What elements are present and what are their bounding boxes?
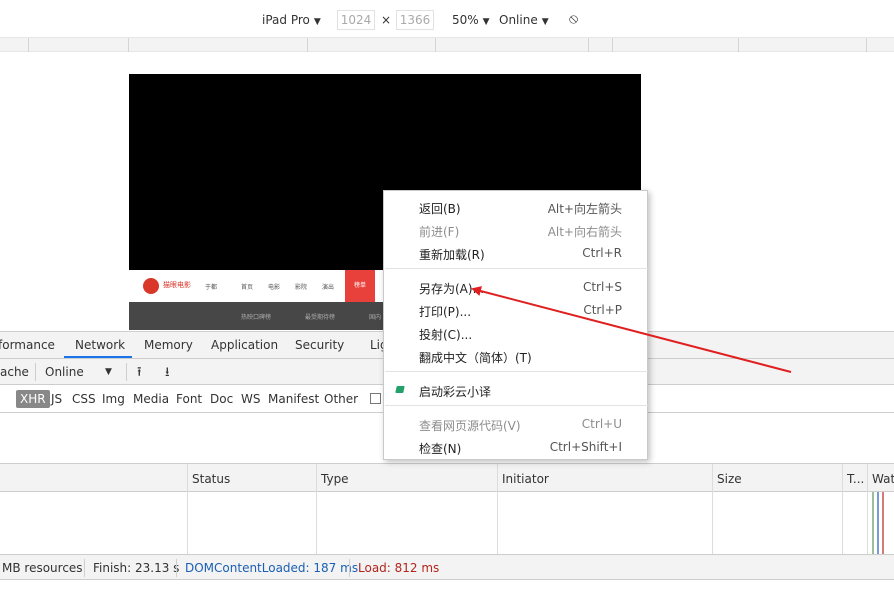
menu-separator xyxy=(385,405,648,406)
waterfall-marker xyxy=(877,492,879,554)
menu-item-label: 启动彩云小译 xyxy=(419,385,492,399)
import-har-icon[interactable]: ⭱ xyxy=(137,363,142,385)
site-subnav-item[interactable]: 热映口碑榜 xyxy=(241,312,271,321)
rotate-icon[interactable]: ⦸ xyxy=(569,11,578,27)
throttle-select[interactable]: Online ▼ xyxy=(499,12,549,28)
site-nav-item[interactable]: 电影 xyxy=(268,282,280,291)
menu-item-label: 检查(N) xyxy=(419,442,462,456)
device-select-label: iPad Pro xyxy=(262,13,310,27)
drawer-strip xyxy=(0,580,894,607)
chevron-down-icon: ▼ xyxy=(105,367,112,377)
tab-performance[interactable]: formance xyxy=(0,338,55,352)
menu-item-translate[interactable]: 翻成中文（简体）(T) xyxy=(384,345,647,367)
menu-item-back[interactable]: 返回(B) Alt+向左箭头 xyxy=(384,196,647,218)
column-initiator[interactable]: Initiator xyxy=(502,472,549,486)
device-toolbar: iPad Pro ▼ 1024 × 1366 50% ▼ Online ▼ ⦸ xyxy=(0,0,894,38)
times-sign: × xyxy=(381,13,392,27)
filter-ws[interactable]: WS xyxy=(241,392,260,406)
column-type[interactable]: Type xyxy=(321,472,349,486)
zoom-select[interactable]: 50% ▼ xyxy=(452,12,490,28)
site-subnav-item[interactable]: 国内 xyxy=(369,312,381,321)
column-waterfall[interactable]: Wat xyxy=(872,472,894,486)
menu-item-label: 返回(B) xyxy=(419,202,461,216)
filter-img[interactable]: Img xyxy=(102,392,125,406)
menu-item-view-source[interactable]: 查看网页源代码(V) Ctrl+U xyxy=(384,413,647,435)
menu-item-label: 另存为(A)... xyxy=(419,282,485,296)
filter-font[interactable]: Font xyxy=(176,392,202,406)
menu-item-shortcut: Ctrl+R xyxy=(582,246,622,260)
menu-item-save-as[interactable]: 另存为(A)... Ctrl+S xyxy=(384,276,647,298)
throttle-dropdown[interactable]: Online ▼ xyxy=(45,365,112,379)
site-city[interactable]: 于都 xyxy=(205,282,217,291)
menu-item-caiyun[interactable]: 启动彩云小译 xyxy=(384,379,647,401)
menu-item-shortcut: Alt+向左箭头 xyxy=(547,202,622,216)
site-nav-item-active[interactable]: 榜单 xyxy=(345,270,375,302)
throttle-dropdown-label: Online xyxy=(45,365,84,379)
network-status-bar: MB resources Finish: 23.13 s DOMContentL… xyxy=(0,554,894,580)
status-load: Load: 812 ms xyxy=(358,561,440,575)
menu-separator xyxy=(385,268,648,269)
chevron-down-icon: ▼ xyxy=(541,17,549,27)
column-status[interactable]: Status xyxy=(192,472,230,486)
menu-item-label: 投射(C)... xyxy=(419,328,473,342)
site-logo-icon[interactable] xyxy=(143,278,159,294)
site-nav-item[interactable]: 首页 xyxy=(241,282,253,291)
tab-memory[interactable]: Memory xyxy=(144,338,193,352)
device-select[interactable]: iPad Pro ▼ xyxy=(262,12,321,28)
menu-item-shortcut: Ctrl+Shift+I xyxy=(549,440,622,454)
zoom-label: 50% xyxy=(452,13,479,27)
status-dom-loaded: DOMContentLoaded: 187 ms xyxy=(185,561,359,575)
tab-security[interactable]: Security xyxy=(295,338,344,352)
site-nav-item[interactable]: 影院 xyxy=(295,282,307,291)
status-resources: MB resources xyxy=(2,561,83,575)
menu-item-shortcut: Ctrl+U xyxy=(581,417,622,431)
waterfall-marker xyxy=(882,492,884,554)
chevron-down-icon: ▼ xyxy=(313,17,321,27)
menu-item-print[interactable]: 打印(P)... Ctrl+P xyxy=(384,299,647,321)
column-size[interactable]: Size xyxy=(717,472,742,486)
menu-item-label: 打印(P)... xyxy=(419,305,472,319)
menu-item-inspect[interactable]: 检查(N) Ctrl+Shift+I xyxy=(384,436,647,458)
width-input[interactable]: 1024 xyxy=(337,10,375,30)
filter-media[interactable]: Media xyxy=(133,392,169,406)
waterfall-marker xyxy=(872,492,874,554)
tab-application[interactable]: Application xyxy=(211,338,278,352)
menu-item-shortcut: Alt+向右箭头 xyxy=(547,225,622,239)
tab-network[interactable]: Network xyxy=(75,338,125,352)
export-har-icon[interactable]: ⭳ xyxy=(165,363,170,385)
filter-doc[interactable]: Doc xyxy=(210,392,233,406)
throttle-label: Online xyxy=(499,13,538,27)
menu-item-shortcut: Ctrl+P xyxy=(583,303,622,317)
menu-item-reload[interactable]: 重新加载(R) Ctrl+R xyxy=(384,242,647,264)
height-input[interactable]: 1366 xyxy=(396,10,434,30)
filter-css[interactable]: CSS xyxy=(72,392,96,406)
menu-item-cast[interactable]: 投射(C)... xyxy=(384,322,647,344)
menu-item-label: 重新加载(R) xyxy=(419,248,485,262)
filter-manifest[interactable]: Manifest xyxy=(268,392,319,406)
site-name[interactable]: 猫眼电影 xyxy=(163,280,191,290)
site-subnav-item[interactable]: 最受期待榜 xyxy=(305,312,335,321)
status-finish: Finish: 23.13 s xyxy=(93,561,180,575)
filter-other[interactable]: Other xyxy=(324,392,358,406)
menu-item-forward[interactable]: 前进(F) Alt+向右箭头 xyxy=(384,219,647,241)
menu-item-label: 前进(F) xyxy=(419,225,460,239)
menu-item-label: 查看网页源代码(V) xyxy=(419,419,521,433)
disable-cache-label[interactable]: ache xyxy=(0,365,29,379)
menu-item-shortcut: Ctrl+S xyxy=(582,280,622,294)
requests-table-header: Status Type Initiator Size T... Wat xyxy=(0,464,894,492)
ruler xyxy=(0,38,894,52)
filter-xhr[interactable]: XHR xyxy=(16,390,50,408)
menu-item-label: 翻成中文（简体）(T) xyxy=(419,351,532,365)
column-time[interactable]: T... xyxy=(847,472,864,486)
caiyun-icon xyxy=(395,386,405,393)
filter-checkbox[interactable] xyxy=(370,393,381,404)
active-tab-underline xyxy=(64,356,132,358)
chevron-down-icon: ▼ xyxy=(482,17,490,27)
site-nav-item[interactable]: 演出 xyxy=(322,282,334,291)
context-menu: 返回(B) Alt+向左箭头 前进(F) Alt+向右箭头 重新加载(R) Ct… xyxy=(383,190,648,460)
filter-js[interactable]: JS xyxy=(51,392,62,406)
menu-separator xyxy=(385,371,648,372)
